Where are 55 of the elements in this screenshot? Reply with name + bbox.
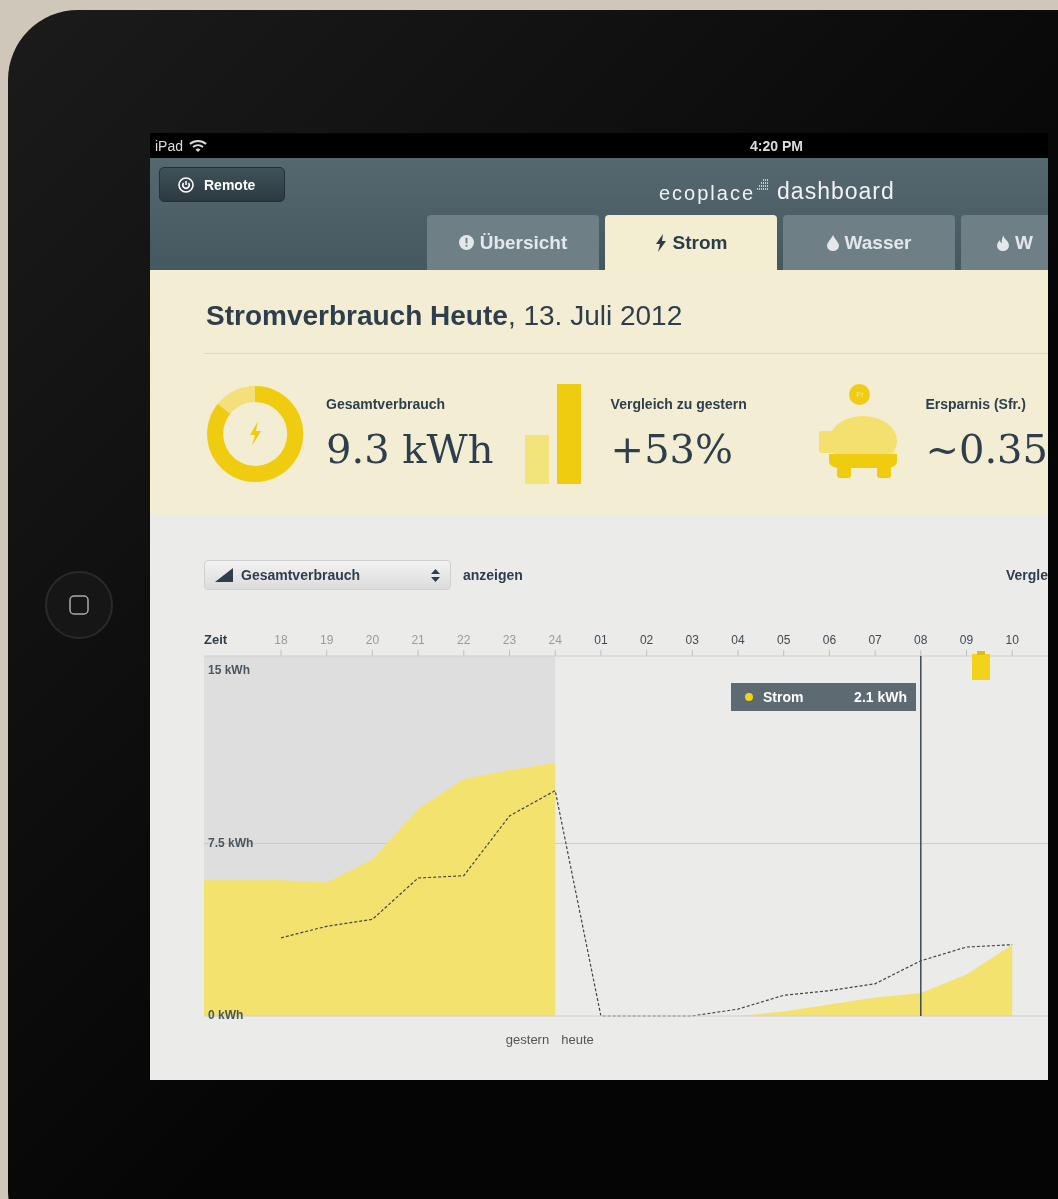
time-label: 20 bbox=[365, 633, 380, 647]
square-icon bbox=[68, 594, 90, 616]
note-marker-icon[interactable] bbox=[972, 651, 990, 680]
kpi-value: ~0.35 bbox=[925, 426, 1048, 472]
time-label: 04 bbox=[731, 633, 745, 647]
tooltip-label: Strom bbox=[763, 689, 804, 705]
time-label: 05 bbox=[777, 633, 791, 647]
metric-select[interactable]: Gesamtverbrauch bbox=[204, 560, 451, 590]
time-label: 07 bbox=[868, 633, 882, 647]
kpi-value: 9.3 kWh bbox=[326, 426, 494, 472]
time-label: 03 bbox=[685, 633, 699, 647]
kpi-label: Gesamtverbrauch bbox=[326, 396, 447, 412]
bar-comparison-icon bbox=[524, 384, 581, 484]
time-label: 23 bbox=[502, 633, 517, 647]
time-label: 02 bbox=[639, 633, 654, 647]
time-label: 18 bbox=[274, 633, 288, 647]
time-label: 09 bbox=[959, 633, 974, 647]
tooltip-value: 2.1 kWh bbox=[854, 689, 907, 705]
time-label: 10 bbox=[1005, 633, 1019, 647]
y-axis-label: 0 kWh bbox=[208, 1008, 244, 1023]
kpi-label: Ersparnis (Sfr.) bbox=[925, 396, 1027, 412]
time-label: 01 bbox=[594, 633, 608, 647]
select-suffix: anzeigen bbox=[463, 567, 523, 583]
lightning-icon bbox=[654, 233, 667, 252]
kpi-value: +53% bbox=[610, 426, 735, 472]
logo-product: dashboard bbox=[777, 178, 895, 205]
comparison-label: Vergle bbox=[1005, 567, 1048, 583]
page-title: Stromverbrauch Heute, 13. Juli 2012 bbox=[206, 300, 684, 333]
signal-bars-icon bbox=[215, 568, 233, 582]
time-cursor[interactable] bbox=[920, 655, 922, 1017]
y-axis-label: 7.5 kWh bbox=[208, 835, 254, 850]
donut-gauge-icon bbox=[206, 385, 304, 483]
period-label: heute bbox=[561, 1032, 594, 1047]
time-label: 19 bbox=[320, 633, 334, 647]
logo-brand: ecoplace bbox=[659, 182, 756, 205]
wifi-icon bbox=[189, 139, 208, 152]
info-icon bbox=[458, 235, 474, 250]
y-axis-label: 15 kWh bbox=[208, 663, 250, 678]
time-label: 21 bbox=[411, 633, 425, 647]
remote-button[interactable]: Remote bbox=[159, 167, 285, 202]
kpi-label: Vergleich zu gestern bbox=[610, 396, 747, 412]
time-label: 06 bbox=[822, 633, 837, 647]
drop-icon bbox=[826, 234, 839, 251]
time-label: 08 bbox=[914, 633, 928, 647]
coin-label: Fr bbox=[849, 384, 871, 405]
status-time: 4:20 PM bbox=[750, 137, 803, 154]
device-name: iPad bbox=[155, 137, 184, 154]
up-down-caret-icon bbox=[431, 568, 440, 582]
period-label: gestern bbox=[505, 1032, 550, 1047]
x-axis-title: Zeit bbox=[204, 632, 228, 647]
time-label: 22 bbox=[457, 633, 471, 647]
power-icon bbox=[178, 176, 194, 193]
time-label: 24 bbox=[548, 633, 562, 647]
tab[interactable]: Strom bbox=[605, 215, 777, 270]
flame-icon bbox=[997, 234, 1009, 251]
